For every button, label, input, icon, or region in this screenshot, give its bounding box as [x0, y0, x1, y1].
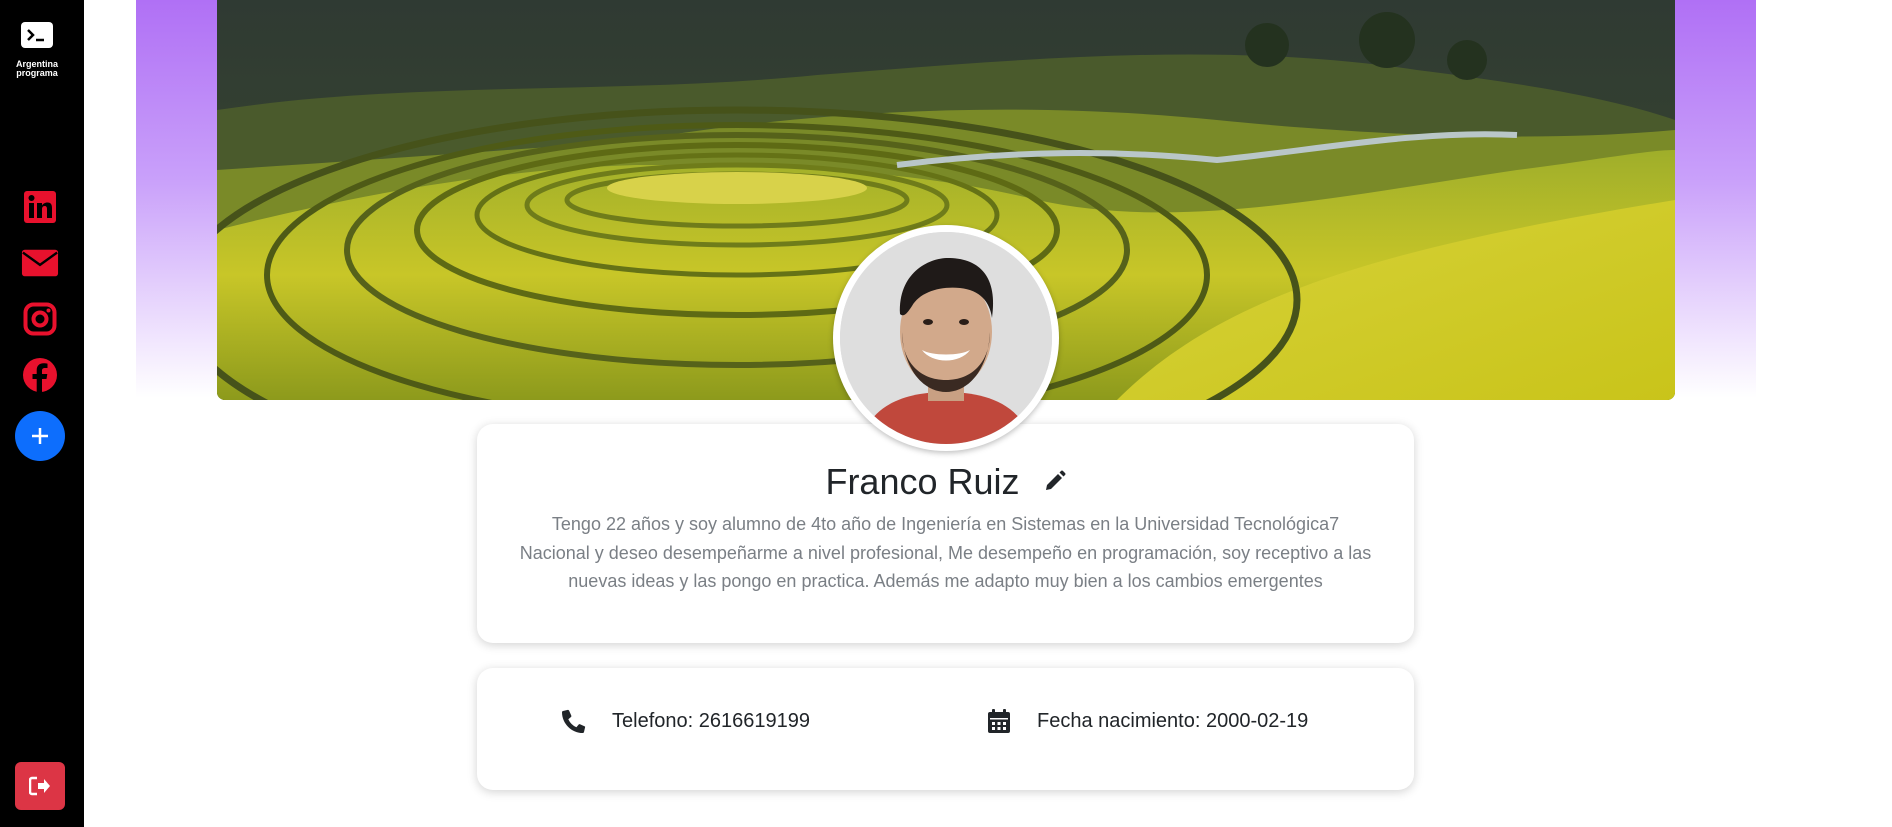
linkedin-icon	[24, 191, 56, 223]
phone-item: Telefono: 2616619199	[559, 708, 810, 734]
edit-pencil-icon[interactable]	[1044, 459, 1066, 501]
birthdate-text: Fecha nacimiento: 2000-02-19	[1037, 709, 1309, 732]
birthdate-item: Fecha nacimiento: 2000-02-19	[984, 708, 1308, 734]
facebook-icon	[23, 358, 57, 393]
brand-logo[interactable]: Argentina programa	[0, 22, 74, 78]
sidebar: Argentina programa	[0, 0, 84, 827]
facebook-link[interactable]	[21, 356, 59, 394]
instagram-icon	[23, 302, 57, 336]
email-link[interactable]	[21, 244, 59, 282]
profile-avatar	[833, 225, 1059, 451]
add-button[interactable]	[15, 411, 65, 461]
phone-icon	[559, 708, 589, 734]
contact-card: Telefono: 2616619199 Fecha nacimiento: 2…	[477, 668, 1414, 790]
profile-bio: Tengo 22 años y soy alumno de 4to año de…	[519, 514, 1372, 591]
email-icon	[21, 249, 59, 277]
terminal-icon	[21, 22, 53, 48]
brand-line-2: programa	[16, 68, 58, 78]
plus-icon	[32, 428, 48, 444]
phone-text: Telefono: 2616619199	[612, 709, 810, 732]
name-row: Franco Ruiz	[477, 459, 1414, 503]
profile-name: Franco Ruiz	[825, 461, 1020, 502]
instagram-link[interactable]	[21, 300, 59, 338]
brand-text: Argentina programa	[7, 60, 67, 78]
sign-out-icon	[29, 776, 50, 796]
about-card: Franco Ruiz Tengo 22 años y soy alumno d…	[477, 424, 1414, 643]
calendar-icon	[984, 708, 1014, 734]
linkedin-link[interactable]	[21, 188, 59, 226]
logout-button[interactable]	[15, 762, 65, 810]
